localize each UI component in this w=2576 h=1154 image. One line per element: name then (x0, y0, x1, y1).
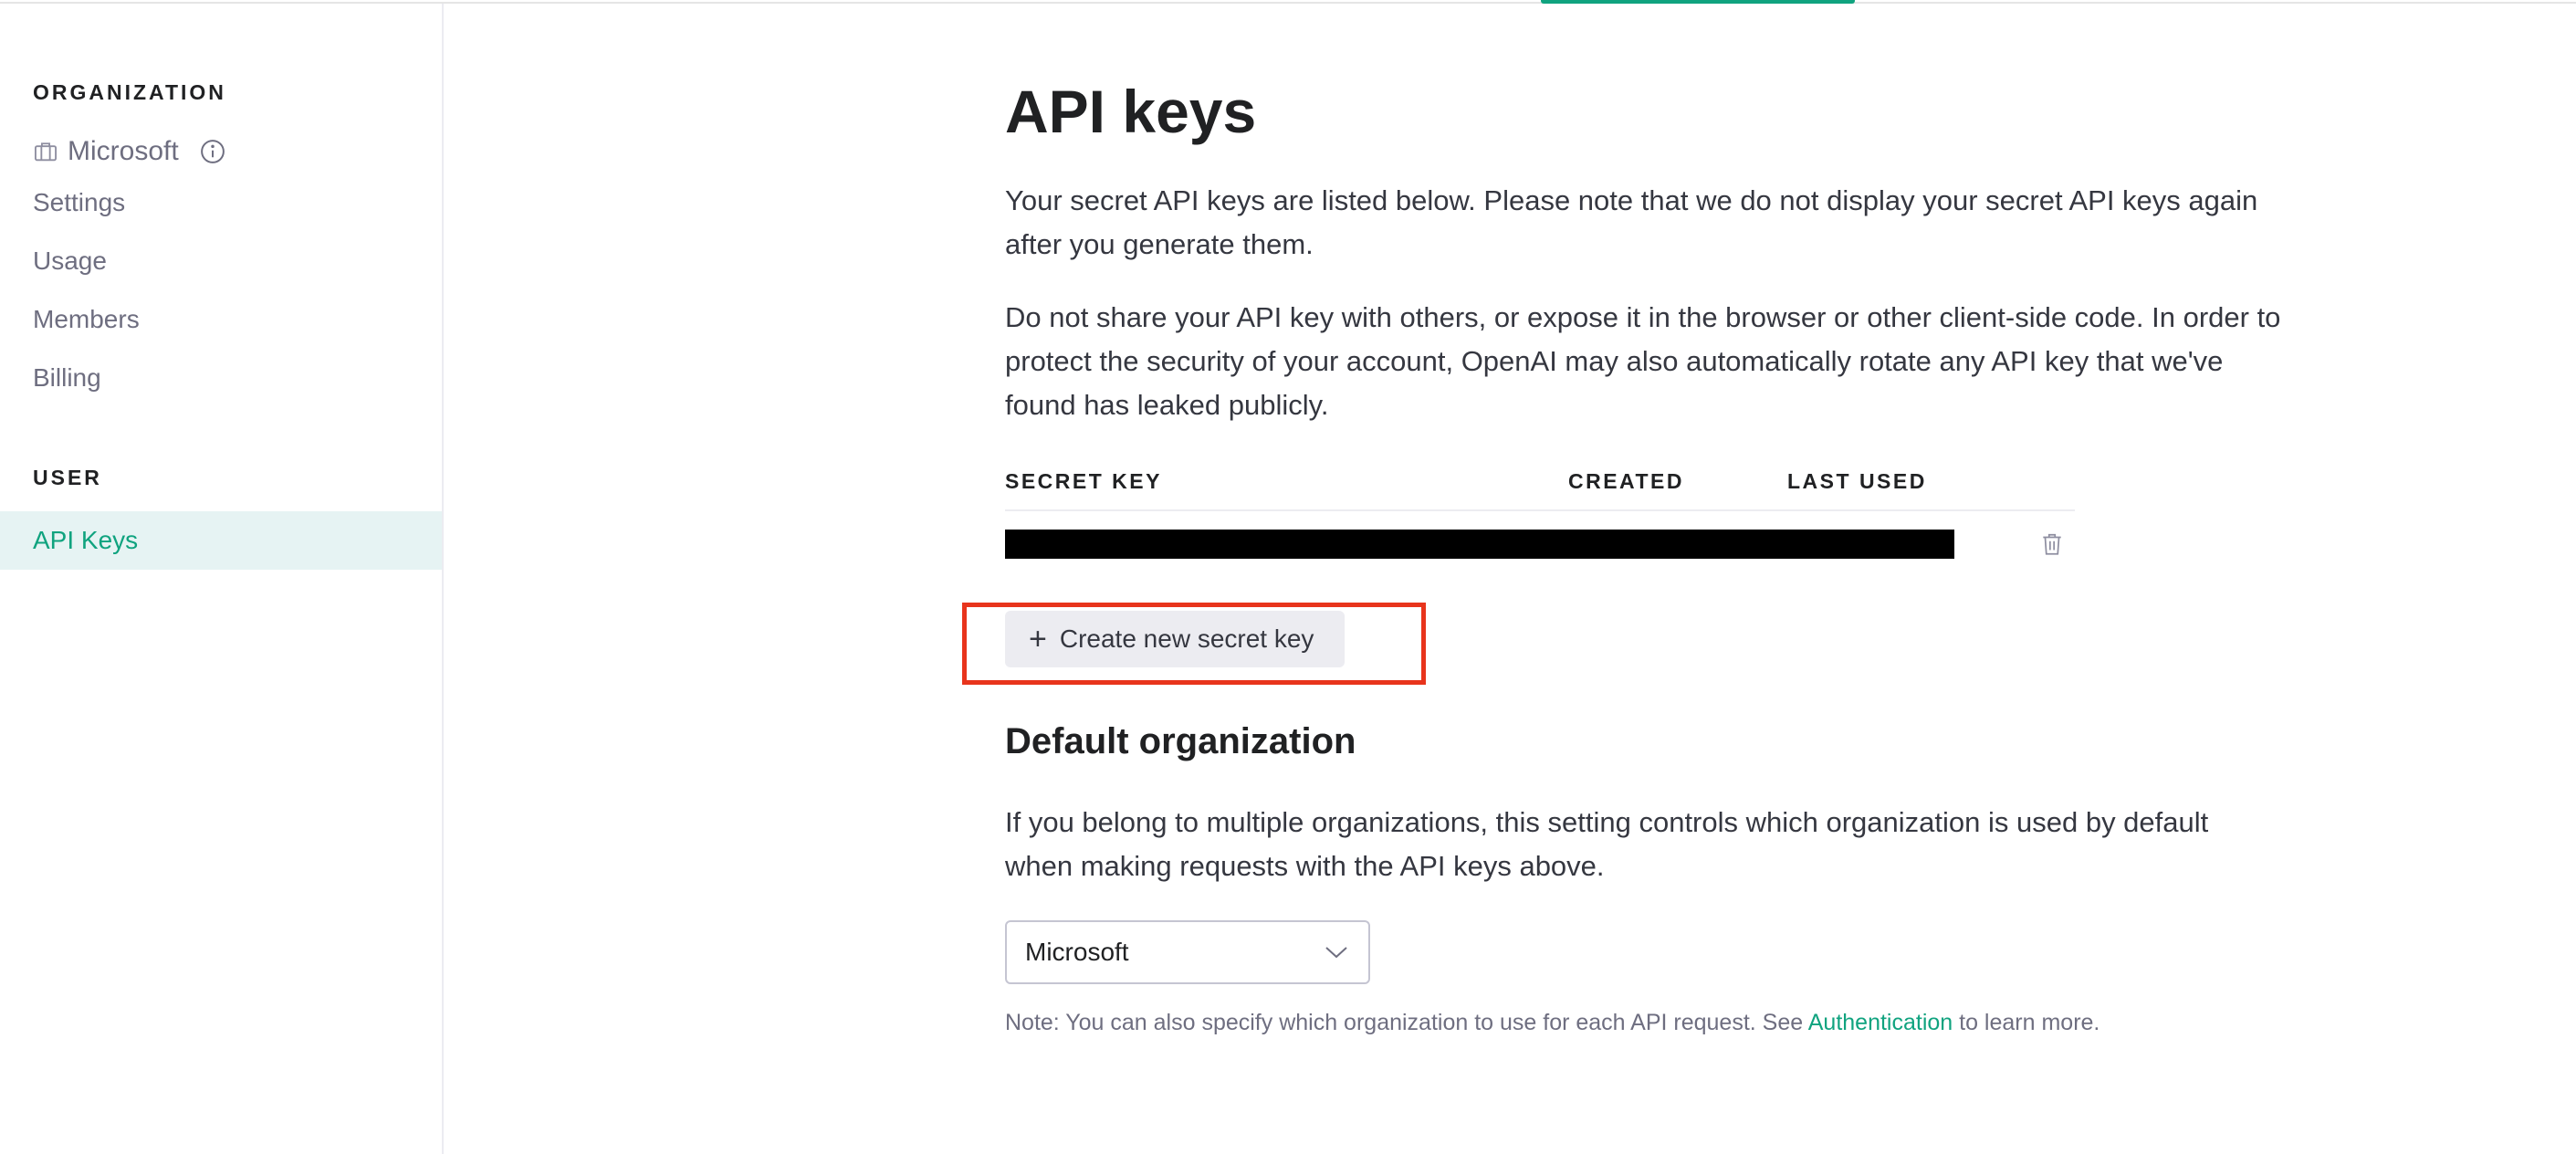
intro-line: after you generate them. (1005, 228, 1314, 260)
default-org-value: Microsoft (1025, 938, 1129, 966)
page-title: API keys (1005, 78, 1257, 145)
default-org-line: when making requests with the API keys a… (1005, 850, 1605, 882)
note-prefix: Note: You can also specify which organiz… (1005, 1010, 1808, 1035)
column-created: CREATED (1568, 469, 1684, 493)
default-org-description: If you belong to multiple organizations,… (1005, 801, 2374, 888)
sidebar-item-api-keys[interactable]: API Keys (0, 511, 442, 570)
user-section-heading: USER (33, 466, 102, 489)
column-last-used: LAST USED (1787, 469, 1927, 493)
sidebar-item-members[interactable]: Members (33, 305, 140, 334)
security-line: Do not share your API key with others, o… (1005, 301, 2281, 333)
sidebar-item-settings[interactable]: Settings (33, 188, 125, 217)
note-text: Note: You can also specify which organiz… (1005, 1010, 2100, 1036)
briefcase-icon (34, 142, 58, 162)
redacted-key-row (1005, 530, 1954, 559)
sidebar-item-billing[interactable]: Billing (33, 363, 101, 393)
default-org-select[interactable]: Microsoft (1005, 920, 1370, 984)
default-org-title: Default organization (1005, 721, 1356, 761)
security-line: found has leaked publicly. (1005, 389, 1329, 421)
authentication-link[interactable]: Authentication (1808, 1010, 1953, 1035)
note-suffix: to learn more. (1953, 1010, 2100, 1035)
security-paragraph: Do not share your API key with others, o… (1005, 296, 2374, 427)
default-org-line: If you belong to multiple organizations,… (1005, 806, 2209, 838)
column-secret-key: SECRET KEY (1005, 469, 1162, 493)
chevron-down-icon (1325, 947, 1347, 959)
top-tab-indicator (1541, 0, 1855, 4)
intro-line: Your secret API keys are listed below. P… (1005, 184, 2258, 216)
intro-paragraph: Your secret API keys are listed below. P… (1005, 179, 2374, 267)
info-icon[interactable] (199, 138, 226, 165)
sidebar: ORGANIZATION Microsoft Settings Usage Me… (0, 4, 444, 1154)
org-section-heading: ORGANIZATION (33, 80, 226, 104)
org-name: Microsoft (68, 136, 179, 166)
sidebar-item-label: API Keys (33, 526, 139, 554)
security-line: protect the security of your account, Op… (1005, 345, 2224, 377)
trash-icon[interactable] (2040, 531, 2064, 557)
org-selector[interactable]: Microsoft (33, 131, 226, 172)
keys-table-header: SECRET KEY CREATED LAST USED (1005, 469, 2075, 511)
sidebar-item-usage[interactable]: Usage (33, 247, 107, 276)
highlight-box (962, 603, 1426, 685)
